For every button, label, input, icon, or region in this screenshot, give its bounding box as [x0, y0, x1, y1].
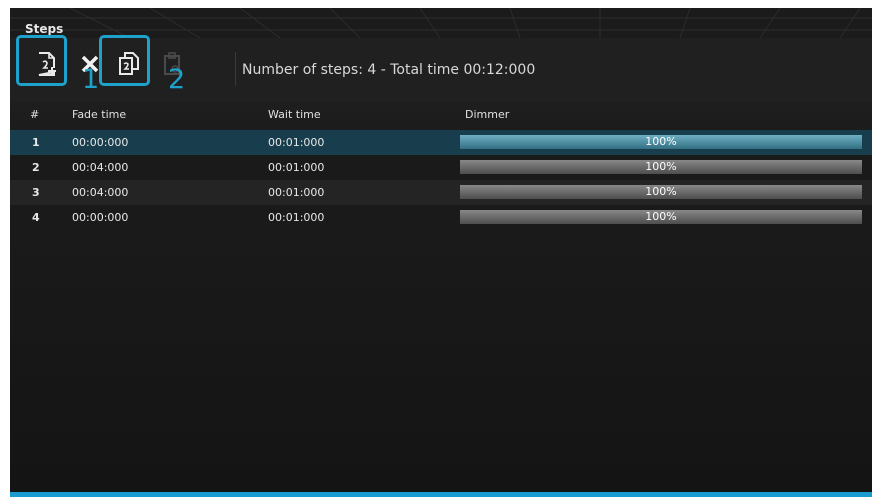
table-row[interactable]: 3 00:04:000 00:01:000 100% [10, 180, 872, 205]
table-row[interactable]: 2 00:04:000 00:01:000 100% [10, 155, 872, 180]
steps-summary: Number of steps: 4 - Total time 00:12:00… [242, 62, 536, 78]
row-index: 1 [32, 136, 40, 149]
row-wait-time[interactable]: 00:01:000 [268, 161, 324, 174]
row-wait-time[interactable]: 00:01:000 [268, 211, 324, 224]
row-index: 4 [32, 211, 40, 224]
row-wait-time[interactable]: 00:01:000 [268, 186, 324, 199]
row-fade-time[interactable]: 00:04:000 [72, 161, 128, 174]
steps-panel: Steps 1 2 Number of steps: 4 - Total tim… [10, 8, 872, 497]
callout-1: 1 [82, 64, 100, 95]
dimmer-value: 100% [645, 210, 677, 223]
callout-2: 2 [168, 64, 186, 95]
table-row[interactable]: 1 00:00:000 00:01:000 100% [10, 130, 872, 155]
dimmer-bar[interactable]: 100% [460, 185, 862, 199]
column-header-fade-time[interactable]: Fade time [72, 108, 126, 121]
column-header-index[interactable]: # [30, 108, 39, 121]
row-fade-time[interactable]: 00:00:000 [72, 211, 128, 224]
dimmer-value: 100% [645, 135, 677, 148]
row-index: 2 [32, 161, 40, 174]
column-header-wait-time[interactable]: Wait time [268, 108, 321, 121]
panel-bottom-accent [10, 492, 872, 497]
panel-title: Steps [25, 22, 64, 36]
steps-table-body: 1 00:00:000 00:01:000 100% 2 00:04:000 0… [10, 130, 872, 230]
row-fade-time[interactable]: 00:00:000 [72, 136, 128, 149]
dimmer-bar[interactable]: 100% [460, 210, 862, 224]
table-header: # Fade time Wait time Dimmer [10, 102, 872, 128]
toolbar-separator [235, 52, 236, 86]
table-row[interactable]: 4 00:00:000 00:01:000 100% [10, 205, 872, 230]
dimmer-bar[interactable]: 100% [460, 135, 862, 149]
dimmer-bar[interactable]: 100% [460, 160, 862, 174]
dimmer-value: 100% [645, 185, 677, 198]
row-index: 3 [32, 186, 40, 199]
row-fade-time[interactable]: 00:04:000 [72, 186, 128, 199]
titlebar-grid-decoration [10, 8, 872, 38]
copy-step-highlight [99, 35, 150, 86]
panel-titlebar: Steps [10, 8, 872, 38]
row-wait-time[interactable]: 00:01:000 [268, 136, 324, 149]
steps-toolbar: 1 2 Number of steps: 4 - Total time 00:1… [10, 35, 872, 102]
add-step-highlight [16, 35, 67, 86]
column-header-dimmer[interactable]: Dimmer [465, 108, 509, 121]
dimmer-value: 100% [645, 160, 677, 173]
